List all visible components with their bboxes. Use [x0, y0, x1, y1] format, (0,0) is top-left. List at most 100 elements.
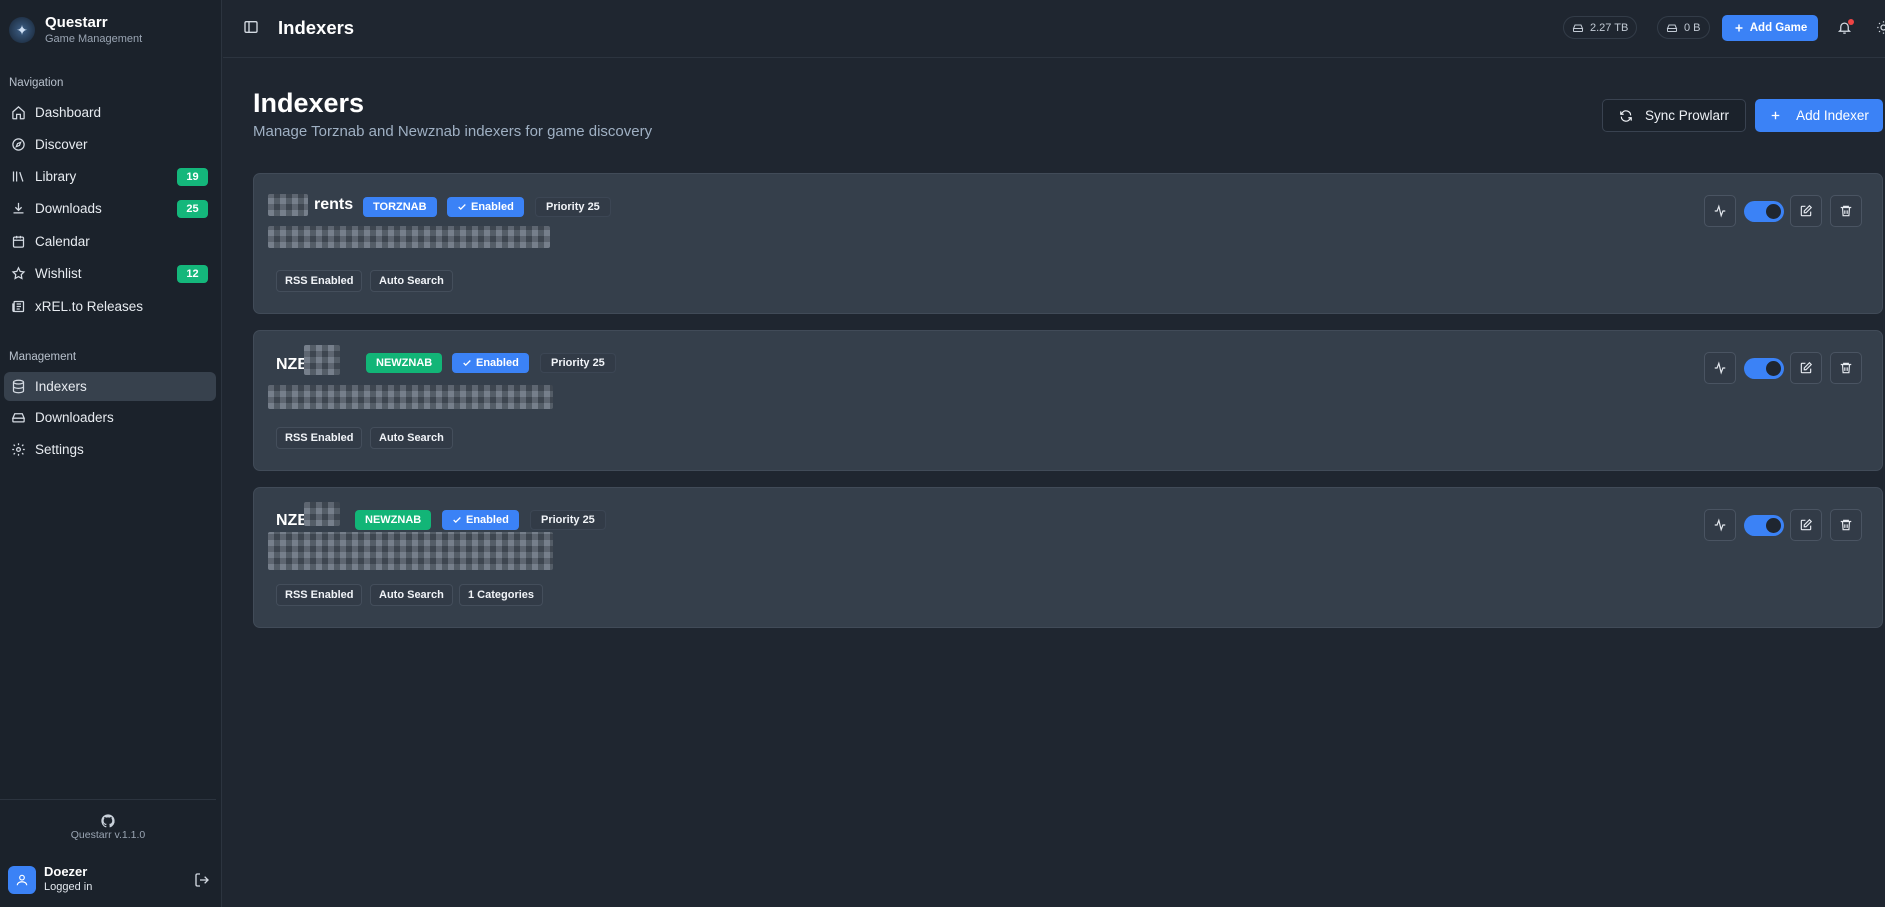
type-badge: NEWZNAB: [355, 510, 432, 530]
compass-icon: [10, 137, 26, 153]
download-icon: [10, 201, 26, 217]
enabled-badge: Enabled: [447, 197, 524, 217]
count-badge: 25: [177, 200, 208, 218]
indexer-card: rents TORZNAB Enabled Priority 25 RSS En…: [253, 173, 1883, 314]
sync-prowlarr-button[interactable]: Sync Prowlarr: [1602, 99, 1746, 132]
sidebar-item-label: xREL.to Releases: [35, 299, 144, 314]
redacted-url-mask: [268, 226, 550, 248]
type-badge: TORZNAB: [363, 197, 437, 217]
priority-badge: Priority 25: [540, 353, 616, 373]
toggle-knob: [1766, 361, 1781, 376]
priority-badge: Priority 25: [535, 197, 611, 217]
gear-icon: [10, 442, 26, 458]
sync-prowlarr-label: Sync Prowlarr: [1644, 108, 1730, 123]
sidebar-item-discover[interactable]: Discover: [4, 130, 216, 159]
edit-button[interactable]: [1790, 509, 1822, 541]
sidebar-item-label: Settings: [35, 442, 84, 457]
feature-tag: RSS Enabled: [276, 270, 363, 292]
check-icon: [453, 517, 461, 523]
feature-tag: RSS Enabled: [276, 584, 363, 606]
sidebar-item-label: Wishlist: [35, 266, 82, 281]
top-header: Indexers 2.27 TB 0 B Add Game: [223, 0, 1885, 58]
hard-drive-icon: [1666, 24, 1678, 32]
edit-icon: [1800, 204, 1813, 217]
sidebar-item-xrel-releases[interactable]: xREL.to Releases: [4, 292, 216, 321]
user-avatar-icon[interactable]: [8, 866, 36, 894]
enabled-toggle[interactable]: [1744, 358, 1784, 379]
feature-tag: 1 Categories: [459, 584, 544, 606]
sidebar-item-label: Library: [35, 169, 77, 184]
add-indexer-button[interactable]: Add Indexer: [1755, 99, 1883, 132]
sidebar-item-downloaders[interactable]: Downloaders: [4, 403, 216, 432]
enabled-toggle[interactable]: [1744, 515, 1784, 536]
check-icon: [458, 204, 466, 210]
sidebar-toggle-icon[interactable]: [243, 19, 259, 35]
delete-button[interactable]: [1830, 195, 1862, 227]
sidebar-item-settings[interactable]: Settings: [4, 435, 216, 464]
edit-icon: [1800, 361, 1813, 374]
enabled-label: Enabled: [471, 201, 514, 213]
storage-value: 2.27 TB: [1590, 21, 1629, 34]
test-connection-button[interactable]: [1704, 509, 1736, 541]
github-icon[interactable]: [100, 813, 116, 829]
hard-drive-icon: [10, 410, 26, 426]
sidebar-item-dashboard[interactable]: Dashboard: [4, 98, 216, 127]
sidebar-item-wishlist[interactable]: Wishlist 12: [4, 259, 216, 288]
edit-icon: [1800, 518, 1813, 531]
app-version: Questarr v.1.1.0: [70, 829, 146, 841]
sidebar-item-downloads[interactable]: Downloads 25: [4, 194, 216, 223]
redacted-url-mask: [268, 385, 553, 409]
toggle-knob: [1766, 204, 1781, 219]
sun-icon[interactable]: [1876, 20, 1885, 35]
count-badge: 19: [177, 168, 208, 186]
test-connection-button[interactable]: [1704, 352, 1736, 384]
enabled-toggle[interactable]: [1744, 201, 1784, 222]
newspaper-icon: [10, 299, 26, 315]
indexer-card: NZB NEWZNAB Enabled Priority 25 RSS Enab…: [253, 330, 1883, 471]
logout-icon[interactable]: [194, 872, 210, 888]
calendar-icon: [10, 234, 26, 250]
delete-button[interactable]: [1830, 352, 1862, 384]
add-game-button[interactable]: Add Game: [1722, 15, 1818, 41]
storage-pill: 2.27 TB: [1563, 16, 1638, 39]
feature-tag: RSS Enabled: [276, 427, 363, 449]
page-subtitle: Manage Torznab and Newznab indexers for …: [253, 123, 653, 140]
check-icon: [463, 360, 471, 366]
home-icon: [10, 105, 26, 121]
sidebar-item-library[interactable]: Library 19: [4, 162, 216, 191]
sidebar-item-calendar[interactable]: Calendar: [4, 227, 216, 256]
priority-badge: Priority 25: [530, 510, 606, 530]
redacted-url-mask: [268, 532, 553, 570]
sidebar-item-label: Calendar: [35, 234, 90, 249]
enabled-label: Enabled: [466, 514, 509, 526]
sidebar-item-indexers[interactable]: Indexers: [4, 372, 216, 401]
brand[interactable]: ✦ Questarr Game Management: [9, 14, 142, 46]
library-icon: [10, 169, 26, 185]
user-name: Doezer: [44, 864, 88, 879]
indexer-card: NZB NEWZNAB Enabled Priority 25 RSS Enab…: [253, 487, 1883, 628]
notification-dot: [1848, 19, 1854, 25]
management-section-label: Management: [9, 351, 77, 363]
database-icon: [10, 379, 26, 395]
sidebar-item-label: Dashboard: [35, 105, 102, 120]
sidebar-divider: [0, 799, 216, 800]
add-indexer-label: Add Indexer: [1796, 108, 1869, 123]
download-size-pill: 0 B: [1657, 16, 1710, 39]
delete-button[interactable]: [1830, 509, 1862, 541]
activity-icon: [1714, 361, 1726, 375]
brand-subtitle: Game Management: [45, 33, 143, 45]
add-game-label: Add Game: [1749, 22, 1808, 34]
trash-icon: [1840, 519, 1852, 531]
edit-button[interactable]: [1790, 352, 1822, 384]
feature-tag: Auto Search: [370, 270, 453, 292]
enabled-badge: Enabled: [452, 353, 529, 373]
activity-icon: [1714, 204, 1726, 218]
star-icon: [10, 266, 26, 282]
test-connection-button[interactable]: [1704, 195, 1736, 227]
sidebar: ✦ Questarr Game Management Navigation Da…: [0, 0, 222, 907]
compass-logo-icon: ✦: [9, 17, 35, 43]
download-size-value: 0 B: [1684, 21, 1701, 34]
edit-button[interactable]: [1790, 195, 1822, 227]
nav-section-label: Navigation: [9, 77, 64, 89]
hard-drive-icon: [1572, 24, 1584, 32]
